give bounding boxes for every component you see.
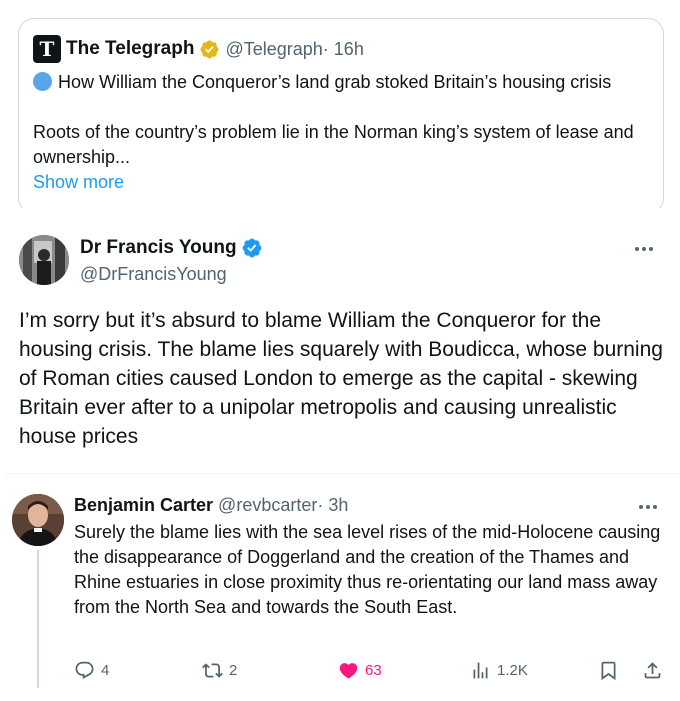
- quoted-tweet-body: How William the Conqueror’s land grab st…: [33, 70, 643, 195]
- quoted-summary: Roots of the country’s problem lie in th…: [33, 122, 634, 167]
- view-count: 1.2K: [497, 661, 528, 679]
- quoted-author-name[interactable]: The Telegraph: [66, 38, 194, 60]
- reply-timestamp[interactable]: · 3h: [317, 495, 348, 516]
- more-options-button[interactable]: [636, 497, 660, 517]
- share-button[interactable]: [642, 658, 663, 682]
- quoted-author-handle[interactable]: @Telegraph: [225, 39, 322, 60]
- telegraph-logo[interactable]: T: [33, 35, 61, 63]
- main-author-handle[interactable]: @DrFrancisYoung: [80, 264, 227, 285]
- bookmark-button[interactable]: [598, 658, 619, 682]
- verified-badge-icon: [200, 40, 219, 58]
- main-tweet: Dr Francis Young @DrFrancisYoung I’m sor…: [0, 208, 680, 472]
- reply-button[interactable]: 4: [74, 658, 109, 682]
- avatar-photo-icon: [19, 235, 69, 285]
- reply-author-name[interactable]: Benjamin Carter: [74, 495, 213, 516]
- quoted-timestamp[interactable]: · 16h: [323, 39, 364, 60]
- action-bar: 4 2 63 1.2K: [74, 658, 664, 682]
- avatar-photo-icon: [12, 494, 64, 546]
- thread-connector-line: [37, 550, 39, 688]
- retweet-icon: [202, 662, 223, 678]
- like-button[interactable]: 63: [338, 658, 382, 682]
- retweet-count: 2: [229, 661, 238, 679]
- retweet-button[interactable]: 2: [202, 658, 237, 682]
- avatar[interactable]: [12, 494, 64, 546]
- blue-circle-icon: [33, 72, 52, 91]
- more-dots-icon: [639, 505, 657, 509]
- bookmark-icon: [601, 661, 616, 680]
- show-more-link[interactable]: Show more: [33, 170, 643, 195]
- reply-count: 4: [101, 661, 110, 679]
- reply-header: Benjamin Carter @revbcarter · 3h: [74, 495, 348, 516]
- reply-tweet-text: Surely the blame lies with the sea level…: [74, 522, 661, 617]
- chat-bubble-icon: [75, 661, 94, 679]
- main-author-name[interactable]: Dr Francis Young: [80, 237, 237, 259]
- main-tweet-text: I’m sorry but it’s absurd to blame Willi…: [19, 309, 663, 448]
- like-count: 63: [365, 661, 382, 679]
- main-author-row: Dr Francis Young: [80, 237, 263, 259]
- views-button[interactable]: 1.2K: [470, 658, 528, 682]
- views-bar-chart-icon: [473, 662, 488, 678]
- reply-author-handle[interactable]: @revbcarter: [218, 495, 317, 516]
- reply-tweet: Benjamin Carter @revbcarter · 3h Surely …: [6, 474, 680, 694]
- quoted-headline: How William the Conqueror’s land grab st…: [33, 70, 643, 95]
- quoted-tweet-card[interactable]: T The Telegraph @Telegraph · 16h How Wil…: [18, 18, 664, 214]
- avatar[interactable]: [19, 235, 69, 285]
- heart-icon: [339, 662, 358, 679]
- share-icon: [644, 661, 661, 678]
- more-dots-icon: [635, 247, 653, 251]
- more-options-button[interactable]: [632, 239, 656, 259]
- verified-badge-icon: [242, 238, 262, 258]
- quoted-tweet-header: T The Telegraph @Telegraph · 16h: [33, 35, 364, 63]
